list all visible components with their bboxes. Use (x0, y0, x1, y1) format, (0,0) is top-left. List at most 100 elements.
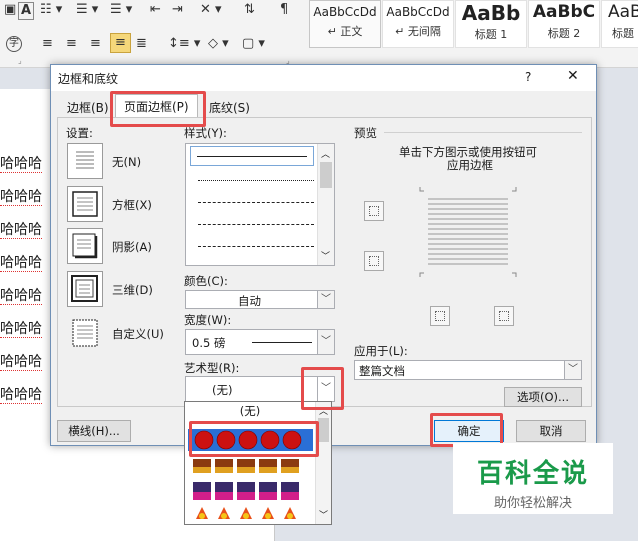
help-button[interactable]: ? (525, 70, 531, 84)
flame-border-icon (196, 507, 296, 519)
setting-3d-icon (71, 275, 98, 302)
bottom-border-button[interactable] (364, 251, 384, 271)
highlight-ok-button (430, 413, 503, 447)
setting-box-button[interactable] (67, 186, 103, 222)
scroll-down-icon[interactable]: ﹀ (319, 508, 328, 521)
launcher-icon[interactable]: ⌟ (18, 53, 22, 69)
doc-line: 哈哈哈 (0, 156, 42, 173)
preview-lines (419, 187, 517, 277)
watermark-subtitle: 助你轻松解决 (493, 496, 572, 511)
dash-dot-line-option[interactable] (198, 246, 314, 247)
bullets-icon[interactable]: ☷ ▾ (40, 2, 62, 18)
dialog-title: 边框和底纹 (58, 72, 119, 86)
chevron-down-icon[interactable]: ﹀ (564, 361, 581, 379)
top-border-button[interactable] (364, 201, 384, 221)
preview-page[interactable] (418, 187, 518, 277)
numbering-icon[interactable]: ☰ ▾ (76, 2, 98, 18)
highlight-art-dropdown (301, 367, 344, 410)
art-cakes-option[interactable] (190, 455, 302, 477)
tab-borders[interactable]: 边框(B) (59, 96, 117, 118)
style-normal[interactable]: AaBbCcDd ↵ 正文 (309, 0, 381, 48)
left-border-icon (435, 311, 445, 321)
setting-custom-label[interactable]: 自定义(U) (112, 326, 164, 342)
doc-line: 哈哈哈 (0, 387, 42, 404)
chevron-down-icon[interactable]: ﹀ (317, 330, 334, 354)
cake-border-icon (193, 459, 299, 473)
style-heading1[interactable]: AaBb 标题 1 (455, 0, 527, 48)
doc-line: 哈哈哈 (0, 288, 42, 305)
scroll-thumb[interactable] (318, 418, 329, 442)
apply-value: 整篇文档 (359, 364, 405, 378)
style-heading2[interactable]: AaBbC 标题 2 (528, 0, 600, 48)
art-dropdown-list[interactable]: (无) ︿ ﹀ (184, 401, 332, 525)
setting-3d-button[interactable] (67, 271, 103, 307)
style-title[interactable]: AaBb 标题 (601, 0, 638, 48)
width-combo[interactable]: 0.5 磅 ﹀ (185, 329, 335, 355)
dashed-line-option[interactable] (198, 202, 314, 203)
setting-3d-label[interactable]: 三维(D) (112, 282, 153, 298)
setting-custom-icon (72, 319, 98, 347)
setting-none-button[interactable] (67, 143, 103, 179)
setting-shadow-label[interactable]: 阴影(A) (112, 239, 152, 255)
settings-label: 设置: (66, 126, 93, 140)
font-a-icon[interactable]: A (18, 2, 35, 20)
art-flames-option[interactable] (190, 503, 302, 525)
art-none-option[interactable]: (无) (185, 402, 315, 422)
right-border-icon (499, 311, 509, 321)
long-dash-line-option[interactable] (198, 224, 314, 225)
increase-indent-icon[interactable]: ⇥ (172, 2, 183, 18)
style-scrollbar[interactable]: ︿ ﹀ (317, 144, 334, 265)
style-listbox[interactable]: ︿ ﹀ (185, 143, 335, 266)
width-label: 宽度(W): (184, 313, 232, 327)
scroll-thumb[interactable] (320, 162, 332, 188)
cancel-button[interactable]: 取消 (516, 420, 586, 442)
setting-custom-button[interactable] (67, 315, 103, 351)
doc-line: 哈哈哈 (0, 222, 42, 239)
art-gifts-option[interactable] (190, 479, 302, 501)
enclose-char-icon[interactable]: 字 (6, 36, 22, 52)
chinese-layout-icon[interactable]: ✕ ▾ (200, 2, 222, 18)
shading-icon[interactable]: ◇ ▾ (208, 36, 229, 52)
show-marks-icon[interactable]: ¶ (280, 2, 288, 18)
scroll-up-icon[interactable]: ︿ (321, 147, 330, 160)
align-right-icon[interactable]: ≡ (90, 36, 101, 52)
art-value: (无) (212, 383, 233, 397)
align-center-icon[interactable]: ≡ (66, 36, 77, 52)
style-label: 样式(Y): (184, 126, 227, 140)
style-selected-solid[interactable] (190, 146, 314, 166)
bottom-border-icon (369, 256, 379, 266)
art-label: 艺术型(R): (184, 361, 240, 375)
horizontal-line-button[interactable]: 横线(H)... (57, 420, 131, 442)
right-border-button[interactable] (494, 306, 514, 326)
highlight-page-border-tab (110, 91, 206, 127)
align-left-icon[interactable]: ≡ (42, 36, 53, 52)
tab-panel: 设置: 无(N) 方框(X) 阴影(A) 三维(D) 自定义(U) 样式(Y): (57, 117, 592, 407)
sort-icon[interactable]: ⇅ (244, 2, 255, 18)
apply-combo[interactable]: 整篇文档 ﹀ (354, 360, 582, 380)
color-value: 自动 (238, 294, 261, 308)
doc-line: 哈哈哈 (0, 321, 42, 338)
dialog-titlebar[interactable]: 边框和底纹 ? ✕ (51, 65, 596, 91)
distribute-icon[interactable]: ≣ (136, 36, 147, 52)
dotted-line-option[interactable] (198, 180, 314, 181)
close-button[interactable]: ✕ (567, 68, 579, 84)
line-spacing-icon[interactable]: ↕≡ ▾ (168, 36, 200, 52)
setting-shadow-button[interactable] (67, 228, 103, 264)
color-combo[interactable]: 自动 ﹀ (185, 290, 335, 309)
decrease-indent-icon[interactable]: ⇤ (150, 2, 161, 18)
doc-line: 哈哈哈 (0, 189, 42, 206)
borders-icon[interactable]: ▢ ▾ (242, 36, 265, 52)
style-no-spacing[interactable]: AaBbCcDd ↵ 无间隔 (382, 0, 454, 48)
setting-box-label[interactable]: 方框(X) (112, 197, 152, 213)
justify-icon[interactable]: ≡ (110, 33, 131, 53)
clear-format-icon[interactable]: ▣ (4, 2, 16, 18)
chevron-down-icon[interactable]: ﹀ (317, 291, 334, 308)
scroll-down-icon[interactable]: ﹀ (321, 249, 330, 262)
tab-shading[interactable]: 底纹(S) (201, 96, 258, 118)
ribbon: ▣ A ☷ ▾ ☰ ▾ ☰ ▾ ⇤ ⇥ ✕ ▾ ⇅ ¶ 字 ≡ ≡ ≡ ≡ ≣ … (0, 0, 638, 68)
options-button[interactable]: 选项(O)... (504, 387, 582, 407)
setting-shadow-icon (72, 233, 98, 259)
setting-none-label[interactable]: 无(N) (112, 154, 141, 170)
multilevel-list-icon[interactable]: ☰ ▾ (110, 2, 132, 18)
left-border-button[interactable] (430, 306, 450, 326)
